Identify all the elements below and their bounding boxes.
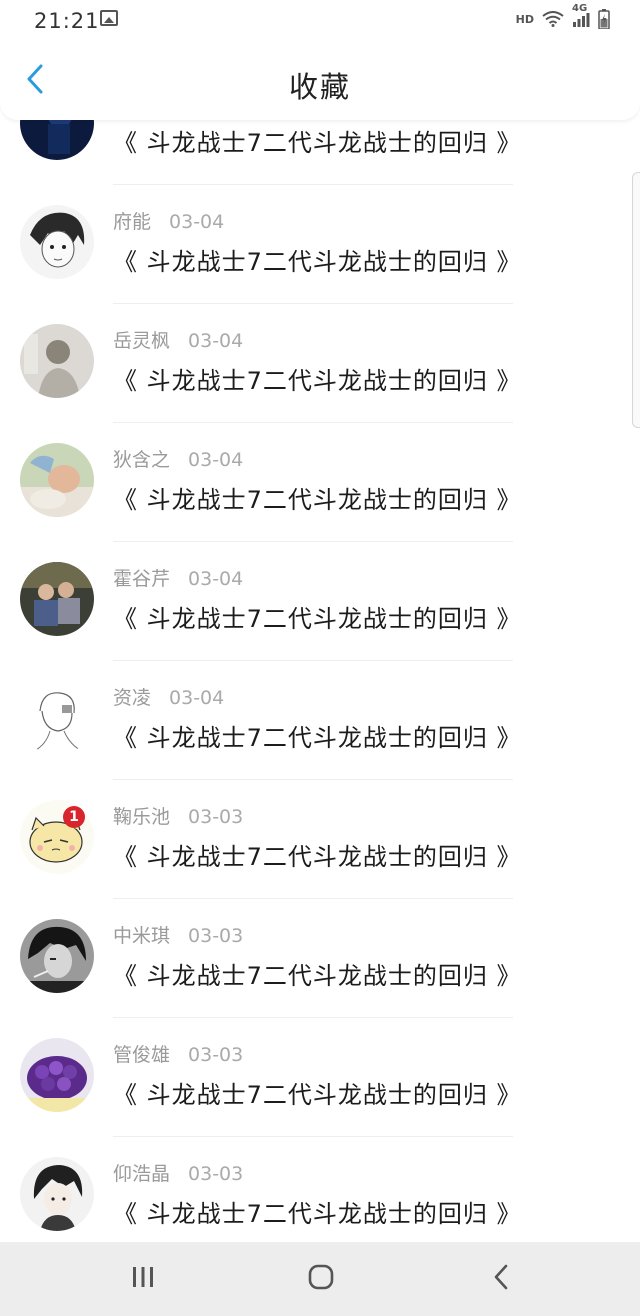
post-title[interactable]: 《 斗龙战士7二代斗龙战士的回归 》 [113,242,522,277]
divider [113,1017,513,1018]
notification-badge: 1 [63,806,85,828]
list-item[interactable]: 中米琪 03-03 《 斗龙战士7二代斗龙战士的回归 》 [0,919,640,1038]
avatar[interactable] [20,681,94,755]
post-title[interactable]: 《 斗龙战士7二代斗龙战士的回归 》 [113,718,522,753]
divider [113,184,513,185]
chevron-left-icon [493,1264,509,1294]
hd-label: HD [515,12,534,26]
post-meta: 府能 03-04 [113,207,224,234]
divider [113,1136,513,1137]
list-item[interactable]: 霍谷芹 03-04 《 斗龙战士7二代斗龙战士的回归 》 [0,562,640,681]
author-name[interactable]: 资凌 [113,687,151,709]
author-name[interactable]: 管俊雄 [113,1044,170,1066]
list-item[interactable]: 1 鞠乐池 03-03 《 斗龙战士7二代斗龙战士的回归 》 [0,800,640,919]
app-header: 收藏 [0,38,640,120]
post-date: 03-04 [169,211,225,233]
post-date: 03-04 [169,687,225,709]
author-name[interactable]: 鞠乐池 [113,806,170,828]
list-item[interactable]: 狄含之 03-04 《 斗龙战士7二代斗龙战士的回归 》 [0,443,640,562]
list-item[interactable]: 资凌 03-04 《 斗龙战士7二代斗龙战士的回归 》 [0,681,640,800]
avatar[interactable] [20,919,94,993]
post-meta: 霍谷芹 03-04 [113,564,243,591]
author-name[interactable]: 狄含之 [113,449,170,471]
post-meta: 中米琪 03-03 [113,921,243,948]
divider [113,898,513,899]
status-time: 21:21 [34,9,100,33]
author-name[interactable]: 霍谷芹 [113,568,170,590]
avatar[interactable] [20,1038,94,1112]
post-date: 03-03 [188,1163,244,1185]
back-nav-button[interactable] [481,1264,521,1294]
divider [113,422,513,423]
battery-charging-icon [598,9,610,29]
avatar[interactable] [20,1157,94,1231]
favorites-list[interactable]: 《 斗龙战士7二代斗龙战士的回归 》 府能 03-04 《 斗龙战士7二代斗龙战士… [0,0,640,1242]
page-title: 收藏 [288,70,351,104]
avatar[interactable] [20,443,94,517]
recent-apps-button[interactable] [123,1264,163,1294]
status-icons: HD 4G [515,3,610,30]
post-meta: 狄含之 03-04 [113,445,243,472]
post-title[interactable]: 《 斗龙战士7二代斗龙战士的回归 》 [113,956,522,991]
avatar[interactable] [20,205,94,279]
post-date: 03-04 [188,330,244,352]
wifi-icon [542,11,564,27]
post-meta: 管俊雄 03-03 [113,1040,243,1067]
avatar[interactable] [20,324,94,398]
divider [113,779,513,780]
system-nav-bar [0,1242,640,1316]
list-item[interactable]: 岳灵枫 03-04 《 斗龙战士7二代斗龙战士的回归 》 [0,324,640,443]
list-item[interactable]: 管俊雄 03-03 《 斗龙战士7二代斗龙战士的回归 》 [0,1038,640,1157]
author-name[interactable]: 岳灵枫 [113,330,170,352]
cell-label: 4G [572,3,588,14]
scroll-edge-handle[interactable] [632,172,640,428]
author-name[interactable]: 仰浩晶 [113,1163,170,1185]
post-meta: 资凌 03-04 [113,683,224,710]
author-name[interactable]: 府能 [113,211,151,233]
post-title[interactable]: 《 斗龙战士7二代斗龙战士的回归 》 [113,599,522,634]
cell-signal-icon: 4G [572,3,590,27]
divider [113,541,513,542]
divider [113,660,513,661]
post-title[interactable]: 《 斗龙战士7二代斗龙战士的回归 》 [113,1075,522,1110]
post-meta: 鞠乐池 03-03 [113,802,243,829]
recent-apps-icon [131,1265,155,1293]
post-title[interactable]: 《 斗龙战士7二代斗龙战士的回归 》 [113,123,522,158]
home-icon [308,1264,334,1294]
post-title[interactable]: 《 斗龙战士7二代斗龙战士的回归 》 [113,837,522,872]
list-item[interactable]: 府能 03-04 《 斗龙战士7二代斗龙战士的回归 》 [0,205,640,324]
post-meta: 仰浩晶 03-03 [113,1159,243,1186]
post-date: 03-03 [188,925,244,947]
divider [113,303,513,304]
post-meta: 岳灵枫 03-04 [113,326,243,353]
post-date: 03-04 [188,449,244,471]
post-title[interactable]: 《 斗龙战士7二代斗龙战士的回归 》 [113,361,522,396]
post-title[interactable]: 《 斗龙战士7二代斗龙战士的回归 》 [113,480,522,515]
author-name[interactable]: 中米琪 [113,925,170,947]
gallery-icon [100,10,118,26]
post-date: 03-03 [188,806,244,828]
post-date: 03-03 [188,1044,244,1066]
post-date: 03-04 [188,568,244,590]
home-button[interactable] [301,1264,341,1294]
post-title[interactable]: 《 斗龙战士7二代斗龙战士的回归 》 [113,1194,522,1229]
avatar[interactable] [20,562,94,636]
list-item[interactable]: 仰浩晶 03-03 《 斗龙战士7二代斗龙战士的回归 》 [0,1157,640,1242]
status-bar: 21:21 HD 4G [0,0,640,38]
